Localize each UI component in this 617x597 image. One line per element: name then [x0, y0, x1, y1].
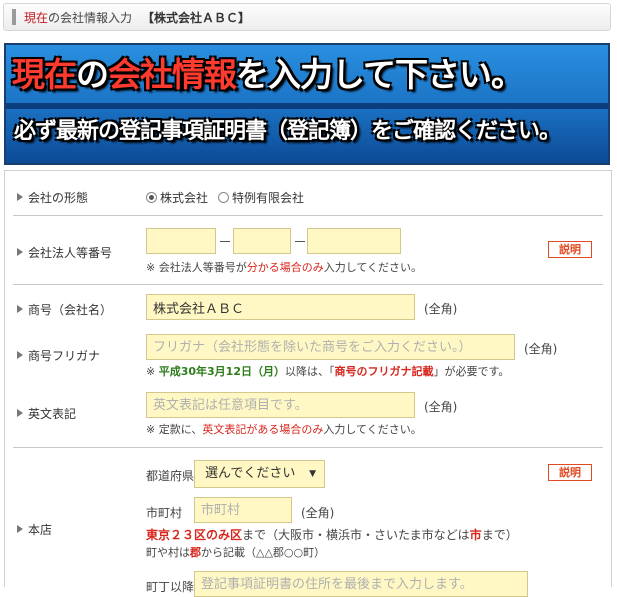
radio-checked-icon: [146, 192, 157, 203]
note-text: ※ 定款に、: [146, 423, 203, 436]
city-input[interactable]: [194, 497, 292, 523]
banner-headline-red1: 現在: [12, 55, 77, 94]
corp-number-label-text: 会社法人等番号: [28, 246, 113, 260]
corp-number-field-3[interactable]: [307, 228, 401, 254]
banner-headline: 現在の会社情報を入力して下さい。: [12, 53, 608, 97]
divider: [13, 215, 603, 216]
breadcrumb-company: 【株式会社ＡＢＣ】: [142, 10, 251, 25]
head-office-label-text: 本店: [28, 523, 53, 537]
prefecture-select-value: 選んでください: [205, 466, 296, 481]
bullet-icon: [17, 409, 23, 417]
english-name-input[interactable]: [146, 392, 415, 418]
english-name-fullwidth-hint: (全角): [424, 400, 458, 414]
bullet-icon: [17, 525, 23, 533]
head-office-label: 本店: [17, 521, 52, 538]
radio-label-kabushiki: 株式会社: [160, 191, 209, 205]
note-emphasis: 市: [469, 528, 482, 542]
banner-headline-white1: の: [76, 55, 109, 94]
trade-name-input[interactable]: [146, 294, 415, 320]
bullet-icon: [17, 193, 23, 201]
company-type-kabushiki-radio[interactable]: 株式会社: [146, 189, 208, 206]
trade-name-kana-note: ※ 平成30年3月12日（月）以降は、「商号のフリガナ記載」が必要です。: [146, 363, 509, 379]
divider: [13, 447, 603, 448]
company-info-form: 会社の形態 株式会社 特例有限会社 会社法人等番号 説明 ※ 会社法人等番号が分…: [4, 170, 612, 597]
city-fullwidth-hint: (全角): [301, 506, 335, 520]
trade-name-kana-label: 商号フリガナ: [17, 347, 100, 364]
corp-number-note: ※ 会社法人等番号が分かる場合のみ入力してください。: [146, 259, 422, 275]
banner-subline: 必ず最新の登記事項証明書（登記簿）をご確認ください。: [14, 119, 561, 144]
breadcrumb-current: 現在: [24, 10, 49, 25]
trade-name-kana-fullwidth-hint: (全角): [524, 342, 558, 356]
city-note-2: 町や村は郡から記載（△△郡○○町）: [146, 544, 325, 560]
note-text: 以降は、「: [285, 365, 335, 378]
dash: [220, 241, 230, 242]
city-note-1: 東京２３区のみ区まで（大阪市・横浜市・さいたま市などは市まで）: [146, 526, 518, 543]
divider: [13, 284, 603, 285]
note-text: 町や村は: [146, 546, 190, 559]
radio-label-tokurei: 特例有限会社: [232, 191, 305, 205]
english-name-label: 英文表記: [17, 405, 76, 422]
corp-number-label: 会社法人等番号: [17, 244, 112, 261]
trade-name-label-text: 商号（会社名）: [28, 303, 113, 317]
note-emphasis: 郡: [190, 546, 201, 559]
english-name-label-text: 英文表記: [28, 407, 77, 421]
banner-headline-white2: を入力して下さい。: [236, 55, 524, 94]
trade-name-label: 商号（会社名）: [17, 301, 112, 318]
banner-headline-red2: 会社情報: [108, 55, 237, 94]
trade-name-fullwidth-hint: (全角): [424, 302, 458, 316]
trade-name-kana-input[interactable]: [146, 334, 515, 360]
note-text: まで）: [481, 528, 518, 542]
bullet-icon: [17, 248, 23, 256]
prefecture-select[interactable]: 選んでください ▼: [194, 460, 325, 488]
head-office-help-button[interactable]: 説明: [548, 464, 592, 481]
english-name-note: ※ 定款に、英文表記がある場合のみ入力してください。: [146, 421, 422, 437]
note-emphasis: 英文表記がある場合のみ: [202, 423, 324, 436]
dash: [295, 241, 305, 242]
note-text: ※: [146, 365, 159, 378]
bullet-icon: [17, 351, 23, 359]
breadcrumb-marker: [12, 9, 16, 25]
note-text: 」が必要です。: [433, 365, 510, 378]
radio-unchecked-icon: [218, 192, 229, 203]
instruction-banner: 現在の会社情報を入力して下さい。 必ず最新の登記事項証明書（登記簿）をご確認くだ…: [4, 43, 610, 165]
city-label: 市町村: [146, 506, 183, 520]
note-text: ※ 会社法人等番号が: [146, 261, 247, 274]
breadcrumb: 現在 の会社情報入力 【株式会社ＡＢＣ】: [3, 3, 611, 31]
street-input[interactable]: [194, 571, 528, 597]
note-text: 入力してください。: [323, 261, 423, 274]
note-text: まで（大阪市・横浜市・さいたま市などは: [242, 528, 470, 542]
corp-number-help-button[interactable]: 説明: [548, 241, 592, 258]
dropdown-arrow-icon: ▼: [309, 469, 316, 479]
note-text: 入力してください。: [323, 423, 422, 436]
note-text: から記載（△△郡○○町）: [201, 546, 326, 559]
prefecture-label: 都道府県: [146, 469, 195, 483]
corp-number-field-2[interactable]: [233, 228, 291, 254]
corp-number-field-1[interactable]: [146, 228, 216, 254]
note-emphasis: 分かる場合のみ: [246, 261, 324, 274]
note-date: 平成30年3月12日（月）: [158, 365, 285, 378]
note-emphasis: 商号のフリガナ記載: [334, 365, 434, 378]
company-type-label: 会社の形態: [17, 189, 88, 206]
note-emphasis: 東京２３区のみ区: [146, 528, 243, 542]
company-type-label-text: 会社の形態: [28, 191, 89, 205]
banner-divider: [6, 103, 608, 109]
bullet-icon: [17, 305, 23, 313]
breadcrumb-title: の会社情報入力: [48, 10, 133, 25]
company-type-tokurei-radio[interactable]: 特例有限会社: [218, 189, 304, 206]
trade-name-kana-label-text: 商号フリガナ: [28, 349, 101, 363]
